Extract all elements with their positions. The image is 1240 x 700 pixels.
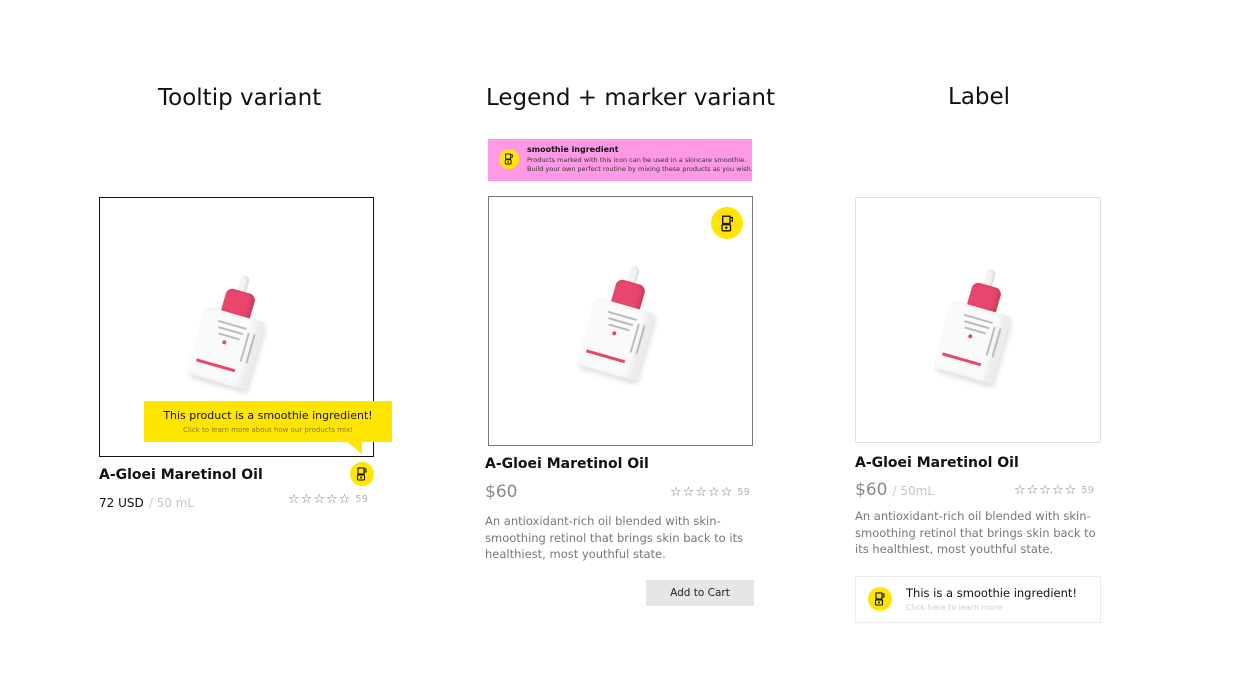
star-outline-icon: ☆ [720, 485, 733, 500]
star-outline-icon: ☆ [288, 492, 300, 507]
star-outline-icon: ☆ [695, 485, 707, 500]
product-price: $60 [485, 482, 518, 502]
star-outline-icon: ☆ [1039, 483, 1051, 498]
star-rating[interactable]: ☆ ☆ ☆ ☆ ☆ 59 [288, 493, 368, 506]
tooltip-subtitle: Click to learn more about how our produc… [183, 426, 353, 434]
star-outline-icon: ☆ [300, 492, 313, 507]
star-outline-icon: ☆ [670, 485, 682, 500]
product-price: $60 [855, 480, 888, 500]
smoothie-marker-icon[interactable] [711, 207, 743, 239]
label-title: This is a smoothie ingredient! [906, 586, 1078, 600]
star-rating[interactable]: ☆ ☆ ☆ ☆ ☆ 59 [1014, 484, 1094, 497]
product-title[interactable]: A-Gloei Maretinol Oil [855, 455, 1019, 471]
price-line: 72 USD / 50 mL [99, 492, 194, 511]
heading-label-variant: Label [948, 84, 1011, 110]
review-count: 59 [355, 494, 369, 505]
product-image[interactable] [855, 197, 1101, 443]
blender-icon [874, 592, 885, 606]
star-outline-icon: ☆ [1026, 483, 1039, 498]
legend-title: smoothie ingredient [527, 145, 619, 154]
star-outline-icon: ☆ [325, 492, 338, 507]
product-size: / 50mL [892, 484, 935, 498]
tooltip-title: This product is a smoothie ingredient! [163, 409, 373, 422]
blender-icon [356, 467, 367, 481]
star-outline-icon: ☆ [1051, 483, 1064, 498]
product-bottle [188, 268, 277, 392]
review-count: 59 [737, 487, 751, 498]
legend-banner: smoothie ingredient Products marked with… [488, 139, 753, 181]
price-line: $60 / 50mL [855, 480, 934, 500]
product-title[interactable]: A-Gloei Maretinol Oil [99, 467, 263, 483]
blender-icon [504, 153, 513, 165]
product-price: 72 USD [99, 496, 144, 510]
star-outline-icon: ☆ [338, 492, 351, 507]
product-image[interactable] [488, 196, 753, 446]
smoothie-tooltip[interactable]: This product is a smoothie ingredient! C… [144, 401, 392, 442]
product-bottle [578, 259, 667, 383]
blender-icon [720, 215, 733, 231]
product-description: An antioxidant-rich oil blended with ski… [485, 514, 744, 561]
heading-legend-variant: Legend + marker variant [486, 85, 775, 111]
smoothie-legend-icon [499, 149, 519, 169]
review-count: 59 [1081, 485, 1095, 496]
heading-tooltip-variant: Tooltip variant [158, 85, 322, 111]
price-line: $60 [485, 482, 517, 502]
star-outline-icon: ☆ [707, 485, 720, 500]
product-description: An antioxidant-rich oil blended with ski… [855, 509, 1096, 556]
tooltip-pointer [346, 441, 362, 454]
legend-line-1: Products marked with this icon can be us… [527, 156, 747, 164]
product-size: / 50 mL [148, 496, 195, 510]
star-outline-icon: ☆ [1014, 483, 1026, 498]
smoothie-marker-icon[interactable] [350, 462, 374, 486]
star-outline-icon: ☆ [682, 485, 695, 500]
product-bottle [934, 262, 1023, 386]
smoothie-label[interactable]: This is a smoothie ingredient! Click her… [855, 576, 1101, 623]
legend-line-2: Build your own perfect routine by mixing… [527, 165, 753, 173]
star-outline-icon: ☆ [313, 492, 325, 507]
star-outline-icon: ☆ [1064, 483, 1077, 498]
add-to-cart-button[interactable]: Add to Cart [646, 580, 754, 606]
label-subtitle: Click here to learn more [906, 603, 1003, 612]
smoothie-label-icon [868, 587, 892, 611]
product-title[interactable]: A-Gloei Maretinol Oil [485, 456, 649, 472]
star-rating[interactable]: ☆ ☆ ☆ ☆ ☆ 59 [670, 486, 750, 499]
